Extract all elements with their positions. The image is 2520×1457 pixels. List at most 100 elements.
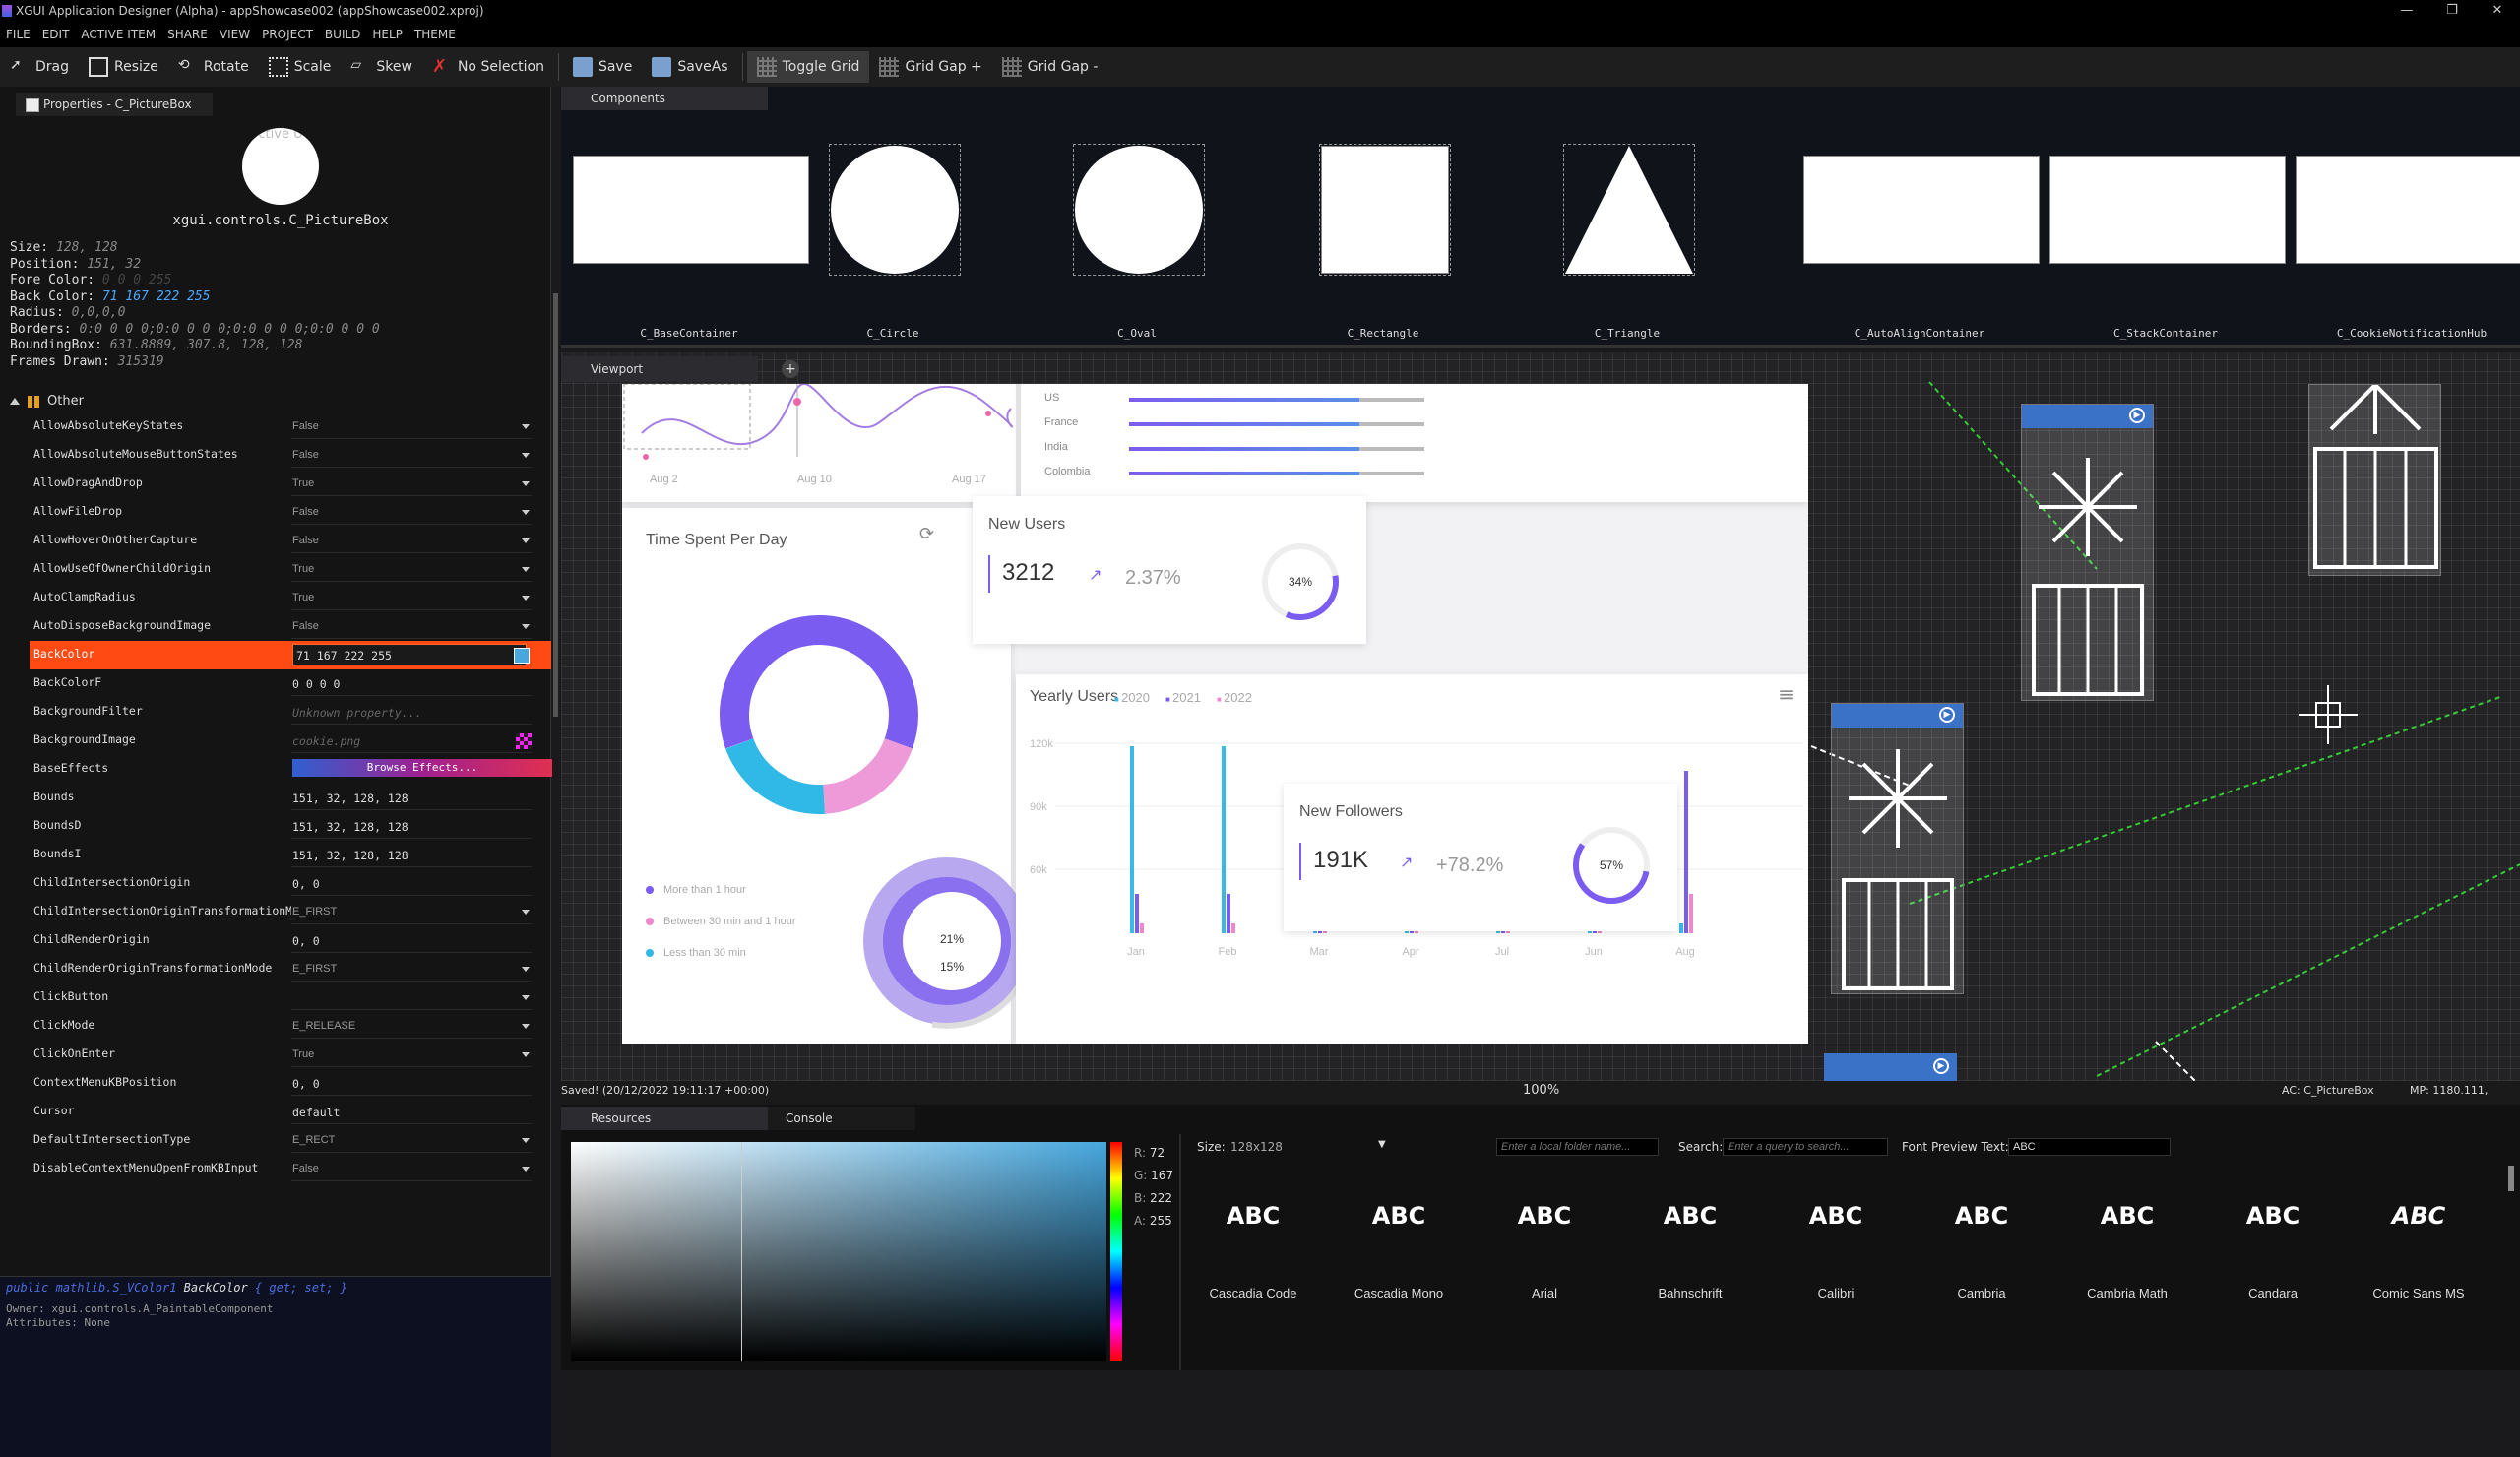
chevron-down-icon[interactable] <box>522 1052 530 1057</box>
font-item[interactable]: ABC Cambria <box>1910 1191 2053 1300</box>
resize-button[interactable]: Resize <box>79 51 168 83</box>
chevron-down-icon[interactable]: ▼ <box>1378 1139 1386 1150</box>
chevron-down-icon[interactable] <box>522 910 530 915</box>
image-thumbnail[interactable] <box>516 733 532 749</box>
chevron-down-icon[interactable] <box>522 596 530 601</box>
menu-theme[interactable]: THEME <box>409 22 462 47</box>
property-value[interactable]: True <box>292 592 548 603</box>
property-row[interactable]: ChildRenderOriginTransformationMode E_FIR… <box>30 955 551 983</box>
property-value[interactable]: 0, 0 <box>292 1077 548 1091</box>
property-value[interactable]: 151, 32, 128, 128 <box>292 792 548 805</box>
property-value[interactable]: 0 0 0 0 <box>292 677 548 691</box>
chevron-down-icon[interactable] <box>522 1138 530 1143</box>
property-value[interactable]: True <box>292 563 548 575</box>
font-item[interactable]: ABC Cascadia Code <box>1181 1191 1325 1300</box>
property-row[interactable]: Bounds 151, 32, 128, 128 <box>30 784 551 812</box>
menu-view[interactable]: VIEW <box>214 22 256 47</box>
chevron-down-icon[interactable] <box>522 1024 530 1029</box>
grid-gap-plus-button[interactable]: Grid Gap + <box>869 51 991 83</box>
property-row[interactable]: ClickOnEnter True <box>30 1041 551 1069</box>
tab-resources[interactable]: Resources <box>561 1107 768 1130</box>
chevron-down-icon[interactable] <box>522 995 530 1000</box>
property-value[interactable]: Unknown property... <box>292 706 548 720</box>
property-row[interactable]: AllowAbsoluteMouseButtonStates False <box>30 441 551 470</box>
property-row[interactable]: AllowFileDrop False <box>30 498 551 527</box>
property-row[interactable]: Cursor default <box>30 1098 551 1126</box>
property-value[interactable]: 151, 32, 128, 128 <box>292 849 548 862</box>
property-row[interactable]: ClickMode E_RELEASE <box>30 1012 551 1041</box>
skew-button[interactable]: ▱ Skew <box>341 51 422 83</box>
property-row[interactable]: ClickButton <box>30 983 551 1012</box>
saveas-button[interactable]: SaveAs <box>642 51 737 83</box>
chevron-down-icon[interactable] <box>522 453 530 458</box>
property-value[interactable]: cookie.png <box>292 734 548 748</box>
property-value[interactable]: False <box>292 506 548 518</box>
cookie-widget[interactable]: ▶ <box>1831 703 1964 994</box>
menu-build[interactable]: BUILD <box>319 22 366 47</box>
drag-button[interactable]: ➚ Drag <box>0 51 79 83</box>
property-row[interactable]: AutoClampRadius True <box>30 584 551 612</box>
property-value[interactable]: E_RECT <box>292 1134 548 1146</box>
property-value[interactable]: False <box>292 1163 548 1174</box>
font-preview-input[interactable] <box>2008 1138 2171 1156</box>
menu-help[interactable]: HELP <box>366 22 409 47</box>
property-row[interactable]: DefaultIntersectionType E_RECT <box>30 1126 551 1155</box>
chevron-down-icon[interactable] <box>522 624 530 629</box>
toggle-grid-button[interactable]: Toggle Grid <box>746 51 870 83</box>
rotate-button[interactable]: ⟲ Rotate <box>168 51 259 83</box>
scale-button[interactable]: Scale <box>259 51 342 83</box>
refresh-icon[interactable]: ⟳ <box>919 524 934 544</box>
property-row[interactable]: BackgroundFilter Unknown property... <box>30 698 551 727</box>
property-value[interactable]: False <box>292 420 548 432</box>
property-value[interactable]: True <box>292 1048 548 1060</box>
property-row[interactable]: AllowUseOfOwnerChildOrigin True <box>30 555 551 584</box>
property-row[interactable]: ChildIntersectionOrigin 0, 0 <box>30 869 551 898</box>
play-icon[interactable]: ▶ <box>1933 1058 1949 1074</box>
property-value[interactable]: True <box>292 477 548 489</box>
tab-console[interactable]: Console <box>768 1107 915 1130</box>
menu-share[interactable]: SHARE <box>161 22 214 47</box>
maximize-icon[interactable]: ❐ <box>2429 0 2475 22</box>
property-row[interactable]: BoundsD 151, 32, 128, 128 <box>30 812 551 841</box>
chevron-down-icon[interactable] <box>522 538 530 543</box>
chevron-down-icon[interactable] <box>522 567 530 572</box>
font-item[interactable]: ABC Bahnschrift <box>1618 1191 1762 1300</box>
property-row[interactable]: BackgroundImage cookie.png <box>30 727 551 755</box>
property-row[interactable]: BoundsI 151, 32, 128, 128 <box>30 841 551 869</box>
property-value[interactable]: default <box>292 1106 548 1119</box>
folder-input[interactable] <box>1496 1138 1659 1156</box>
property-row[interactable]: BackColorF 0 0 0 0 <box>30 669 551 698</box>
property-row[interactable]: AllowAbsoluteKeyStates False <box>30 412 551 441</box>
property-value[interactable]: E_FIRST <box>292 963 548 975</box>
chevron-down-icon[interactable] <box>522 967 530 972</box>
size-select[interactable]: 128x128 <box>1230 1140 1388 1154</box>
menu-active-item[interactable]: ACTIVE ITEM <box>75 22 161 47</box>
play-icon[interactable]: ▶ <box>2129 408 2145 423</box>
chevron-down-icon[interactable] <box>522 424 530 429</box>
menu-file[interactable]: FILE <box>0 22 36 47</box>
cookie-widget[interactable]: ▶ <box>2021 404 2154 701</box>
widget-header[interactable]: ▶ <box>1824 1053 1957 1081</box>
no-selection-button[interactable]: ✗ No Selection <box>422 51 554 83</box>
property-row[interactable]: BackColor 71 167 222 255 <box>30 641 551 669</box>
browse-effects-button[interactable]: Browse Effects... <box>292 759 552 777</box>
tab-properties[interactable]: Properties - C_PictureBox <box>16 93 213 116</box>
panel-divider[interactable] <box>561 345 2520 348</box>
property-row[interactable]: ChildIntersectionOriginTransformationM..… <box>30 898 551 926</box>
font-item[interactable]: ABC Calibri <box>1764 1191 1908 1300</box>
add-viewport-button[interactable]: + <box>782 360 799 378</box>
menu-project[interactable]: PROJECT <box>256 22 319 47</box>
property-scrollbar[interactable] <box>553 293 558 717</box>
property-value[interactable]: 0, 0 <box>292 877 548 891</box>
color-picker[interactable] <box>571 1142 1106 1361</box>
font-item[interactable]: ABC Candara <box>2201 1191 2345 1300</box>
font-item[interactable]: ABC Cambria Math <box>2055 1191 2199 1300</box>
property-row[interactable]: AllowHoverOnOtherCapture False <box>30 527 551 555</box>
property-value[interactable]: E_RELEASE <box>292 1020 548 1032</box>
property-value[interactable]: E_FIRST <box>292 906 548 918</box>
grid-gap-minus-button[interactable]: Grid Gap - <box>992 51 1108 83</box>
font-item[interactable]: ABC Cascadia Mono <box>1327 1191 1471 1300</box>
group-other[interactable]: Other <box>10 394 84 409</box>
save-button[interactable]: Save <box>563 51 642 83</box>
chevron-down-icon[interactable] <box>522 481 530 486</box>
